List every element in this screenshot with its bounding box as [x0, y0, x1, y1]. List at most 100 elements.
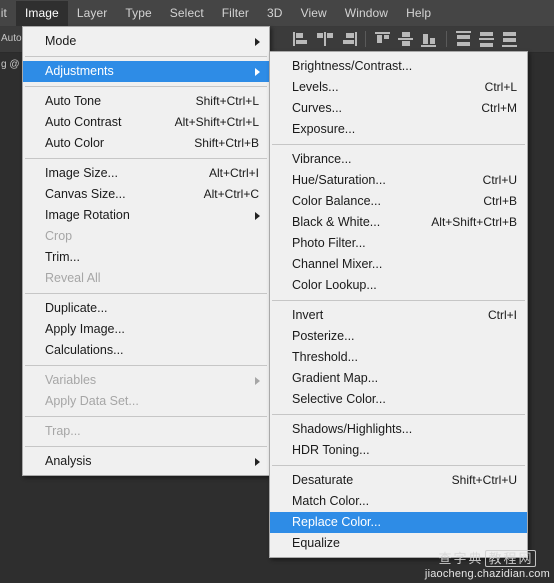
menu-item-photo-filter[interactable]: Photo Filter...	[270, 233, 527, 254]
menu-item-label: Duplicate...	[45, 298, 108, 319]
align-right-edges-icon[interactable]	[338, 30, 358, 48]
menu-separator	[25, 86, 267, 87]
menu-item-apply-image[interactable]: Apply Image...	[23, 319, 269, 340]
menu-item-canvas-size[interactable]: Canvas Size...Alt+Ctrl+C	[23, 184, 269, 205]
menu-item-brightness-contrast[interactable]: Brightness/Contrast...	[270, 56, 527, 77]
menubar-item-type[interactable]: Type	[116, 1, 160, 26]
menu-item-label: Auto Tone	[45, 91, 101, 112]
menubar-item-view[interactable]: View	[292, 1, 336, 26]
menu-item-levels[interactable]: Levels...Ctrl+L	[270, 77, 527, 98]
watermark: 查字典教程网 jiaocheng.chazidian.com	[425, 550, 550, 581]
align-icon-group	[292, 29, 520, 49]
menu-item-invert[interactable]: InvertCtrl+I	[270, 305, 527, 326]
align-horizontal-centers-icon[interactable]	[315, 30, 335, 48]
menu-item-color-balance[interactable]: Color Balance... Ctrl+B	[270, 191, 527, 212]
menu-item-label: Apply Data Set...	[45, 391, 139, 412]
submenu-arrow-icon	[255, 38, 260, 46]
menu-item-analysis[interactable]: Analysis	[23, 451, 269, 472]
menu-item-posterize[interactable]: Posterize...	[270, 326, 527, 347]
menu-item-selective-color[interactable]: Selective Color...	[270, 389, 527, 410]
menu-item-mode[interactable]: Mode	[23, 31, 269, 52]
menu-item-label: Channel Mixer...	[292, 254, 382, 275]
submenu-arrow-icon	[255, 68, 260, 76]
menu-item-label: Adjustments	[45, 61, 114, 82]
menu-bar: ditImageLayerTypeSelectFilter3DViewWindo…	[0, 0, 554, 27]
menu-item-reveal-all: Reveal All	[23, 268, 269, 289]
menu-separator	[25, 446, 267, 447]
menu-item-channel-mixer[interactable]: Channel Mixer...	[270, 254, 527, 275]
menu-item-black-and-white[interactable]: Black & White...Alt+Shift+Ctrl+B	[270, 212, 527, 233]
menu-item-shortcut: Alt+Shift+Ctrl+L	[175, 112, 259, 133]
menu-item-label: Analysis	[45, 451, 92, 472]
menubar-item-filter[interactable]: Filter	[213, 1, 258, 26]
menu-item-label: Image Size...	[45, 163, 118, 184]
watermark-logo-boxed: 教程网	[485, 550, 536, 567]
menu-item-image-size[interactable]: Image Size...Alt+Ctrl+I	[23, 163, 269, 184]
menu-item-shortcut: Ctrl+L	[485, 77, 517, 98]
menu-item-label: Black & White...	[292, 212, 380, 233]
toolbar-separator	[365, 31, 366, 47]
menu-item-shadows-highlights[interactable]: Shadows/Highlights...	[270, 419, 527, 440]
menu-item-replace-color[interactable]: Replace Color...	[270, 512, 527, 533]
menu-item-label: Selective Color...	[292, 389, 386, 410]
menu-item-label: Invert	[292, 305, 323, 326]
menu-separator	[25, 158, 267, 159]
menu-separator	[272, 465, 525, 466]
image-menu-dropdown: ModeAdjustmentsAuto ToneShift+Ctrl+LAuto…	[22, 26, 270, 476]
menu-item-match-color[interactable]: Match Color...	[270, 491, 527, 512]
menubar-item-select[interactable]: Select	[161, 1, 213, 26]
menu-item-label: Color Lookup...	[292, 275, 377, 296]
menubar-item-help[interactable]: Help	[397, 1, 440, 26]
menubar-item-dit[interactable]: dit	[0, 1, 16, 26]
toolbar-separator	[446, 31, 447, 47]
menu-item-auto-color[interactable]: Auto ColorShift+Ctrl+B	[23, 133, 269, 154]
distribute-bottom-edges-icon[interactable]	[500, 30, 520, 48]
menu-item-desaturate[interactable]: Desaturate Shift+Ctrl+U	[270, 470, 527, 491]
menubar-item-image[interactable]: Image	[16, 1, 68, 26]
watermark-url: jiaocheng.chazidian.com	[425, 568, 550, 581]
menubar-item-window[interactable]: Window	[336, 1, 397, 26]
menu-item-curves[interactable]: Curves...Ctrl+M	[270, 98, 527, 119]
menu-item-exposure[interactable]: Exposure...	[270, 119, 527, 140]
menu-item-vibrance[interactable]: Vibrance...	[270, 149, 527, 170]
distribute-top-edges-icon[interactable]	[454, 30, 474, 48]
distribute-vertical-centers-icon[interactable]	[477, 30, 497, 48]
menu-item-label: Color Balance...	[292, 191, 381, 212]
menu-item-apply-data-set: Apply Data Set...	[23, 391, 269, 412]
menu-item-shortcut: Ctrl+U	[483, 170, 517, 191]
menu-item-calculations[interactable]: Calculations...	[23, 340, 269, 361]
menu-item-hue-saturation[interactable]: Hue/Saturation...Ctrl+U	[270, 170, 527, 191]
menubar-item-3d[interactable]: 3D	[258, 1, 292, 26]
menu-item-auto-contrast[interactable]: Auto ContrastAlt+Shift+Ctrl+L	[23, 112, 269, 133]
menu-item-label: Calculations...	[45, 340, 124, 361]
menu-item-auto-tone[interactable]: Auto ToneShift+Ctrl+L	[23, 91, 269, 112]
menu-item-hdr-toning[interactable]: HDR Toning...	[270, 440, 527, 461]
menu-item-label: Apply Image...	[45, 319, 125, 340]
submenu-arrow-icon	[255, 212, 260, 220]
menu-item-image-rotation[interactable]: Image Rotation	[23, 205, 269, 226]
menu-item-color-lookup[interactable]: Color Lookup...	[270, 275, 527, 296]
menu-item-shortcut: Shift+Ctrl+U	[452, 470, 517, 491]
menu-item-label: Gradient Map...	[292, 368, 378, 389]
align-top-edges-icon[interactable]	[373, 30, 393, 48]
menu-item-label: HDR Toning...	[292, 440, 370, 461]
menu-item-shortcut: Ctrl+B	[483, 191, 517, 212]
menu-item-gradient-map[interactable]: Gradient Map...	[270, 368, 527, 389]
menu-item-label: Crop	[45, 226, 72, 247]
align-vertical-centers-icon[interactable]	[396, 30, 416, 48]
menu-item-label: Vibrance...	[292, 149, 352, 170]
align-left-edges-icon[interactable]	[292, 30, 312, 48]
menu-item-trim[interactable]: Trim...	[23, 247, 269, 268]
menu-item-duplicate[interactable]: Duplicate...	[23, 298, 269, 319]
menu-item-label: Threshold...	[292, 347, 358, 368]
menu-separator	[272, 300, 525, 301]
adjustments-submenu-dropdown: Brightness/Contrast...Levels...Ctrl+LCur…	[269, 51, 528, 558]
menubar-item-layer[interactable]: Layer	[68, 1, 117, 26]
submenu-arrow-icon	[255, 377, 260, 385]
align-bottom-edges-icon[interactable]	[419, 30, 439, 48]
menu-item-label: Mode	[45, 31, 76, 52]
menu-item-adjustments[interactable]: Adjustments	[23, 61, 269, 82]
menu-item-label: Exposure...	[292, 119, 355, 140]
menu-item-threshold[interactable]: Threshold...	[270, 347, 527, 368]
menu-item-label: Desaturate	[292, 470, 353, 491]
